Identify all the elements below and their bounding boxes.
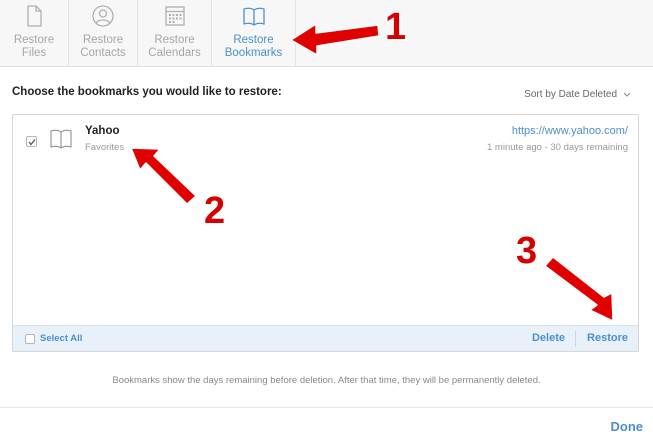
tab-restore-calendars[interactable]: Restore Calendars [138,0,212,67]
done-button[interactable]: Done [611,419,644,434]
sort-label: Sort by Date Deleted [524,89,617,100]
deletion-note: Bookmarks show the days remaining before… [112,375,541,386]
list-footer: Select All Delete Restore [13,325,638,351]
book-icon [50,129,72,149]
select-all-label: Select All [40,333,83,344]
restore-toolbar: Restore Files Restore Contacts Restore Cale… [0,0,653,67]
annotation-number-1: 1 [385,6,407,48]
chevron-down-icon [623,92,631,97]
calendar-icon [163,4,187,28]
bookmark-url[interactable]: https://www.yahoo.com/ [512,125,628,137]
divider [0,407,653,408]
select-all[interactable]: Select All [25,333,82,344]
bookmark-checkbox[interactable] [26,136,37,147]
select-all-checkbox[interactable] [25,333,35,344]
tab-restore-bookmarks[interactable]: Restore Bookmarks [212,0,296,67]
tab-restore-files[interactable]: Restore Files [0,0,69,67]
tab-label: Restore Contacts [80,34,126,59]
bookmark-list: Yahoo Favorites https://www.yahoo.com/ 1… [12,114,639,352]
tab-label: Restore Calendars [148,34,201,59]
tab-label: Restore Files [13,34,55,59]
bookmark-time-remaining: 1 minute ago - 30 days remaining [487,142,628,153]
footer-divider [575,331,576,347]
restore-button[interactable]: Restore [587,332,628,344]
tab-label: Restore Bookmarks [224,34,283,59]
tab-restore-contacts[interactable]: Restore Contacts [69,0,138,67]
book-icon [242,4,266,28]
page-heading: Choose the bookmarks you would like to r… [12,86,282,98]
sort-dropdown[interactable]: Sort by Date Deleted [524,89,631,100]
list-item[interactable]: Yahoo Favorites https://www.yahoo.com/ 1… [13,115,638,165]
bookmark-title: Yahoo [85,125,120,137]
file-icon [22,4,46,28]
bookmark-folder: Favorites [85,142,125,153]
delete-button[interactable]: Delete [532,332,565,344]
checkmark-icon [28,139,36,146]
annotation-number-3: 3 [516,230,538,272]
contact-icon [91,4,115,28]
annotation-number-2: 2 [204,190,226,232]
